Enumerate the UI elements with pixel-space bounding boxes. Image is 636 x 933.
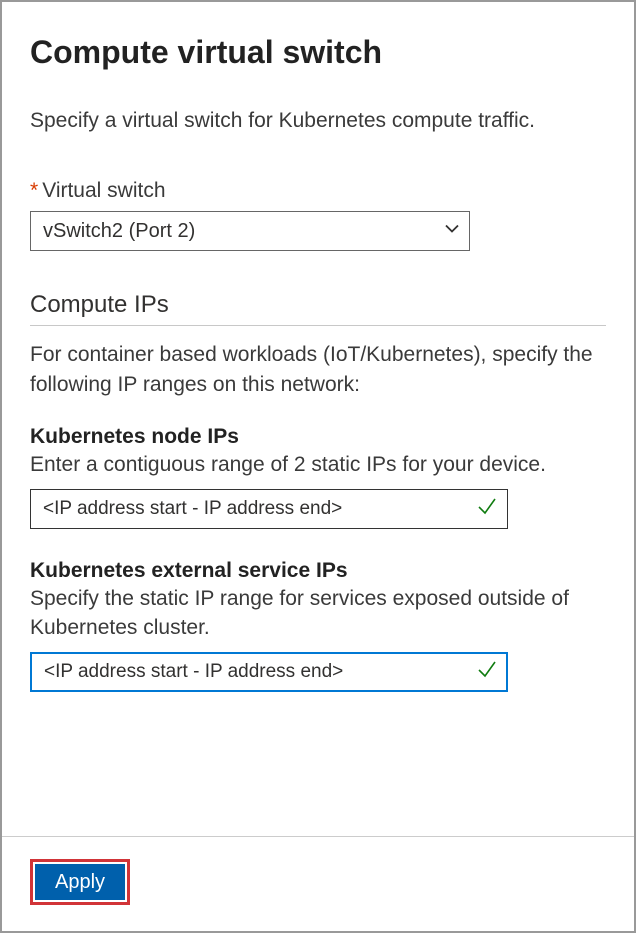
service-ips-input[interactable] <box>30 652 508 692</box>
node-ips-input-wrap <box>30 489 508 529</box>
service-ips-description: Specify the static IP range for services… <box>30 585 606 642</box>
compute-ips-description: For container based workloads (IoT/Kuber… <box>30 340 606 399</box>
node-ips-heading: Kubernetes node IPs <box>30 425 606 449</box>
page-title: Compute virtual switch <box>30 34 606 71</box>
virtual-switch-label: Virtual switch <box>42 179 165 202</box>
apply-button-highlight: Apply <box>30 859 130 905</box>
apply-button[interactable]: Apply <box>35 864 125 900</box>
virtual-switch-label-row: *Virtual switch <box>30 179 606 203</box>
node-ips-description: Enter a contiguous range of 2 static IPs… <box>30 451 606 479</box>
required-asterisk: * <box>30 179 38 202</box>
compute-ips-heading: Compute IPs <box>30 291 606 326</box>
service-ips-heading: Kubernetes external service IPs <box>30 559 606 583</box>
virtual-switch-select-wrap[interactable]: vSwitch2 (Port 2) <box>30 211 470 251</box>
node-ips-input[interactable] <box>30 489 508 529</box>
footer: Apply <box>2 836 634 931</box>
virtual-switch-select[interactable]: vSwitch2 (Port 2) <box>30 211 470 251</box>
service-ips-input-wrap <box>30 652 508 692</box>
page-description: Specify a virtual switch for Kubernetes … <box>30 107 606 135</box>
